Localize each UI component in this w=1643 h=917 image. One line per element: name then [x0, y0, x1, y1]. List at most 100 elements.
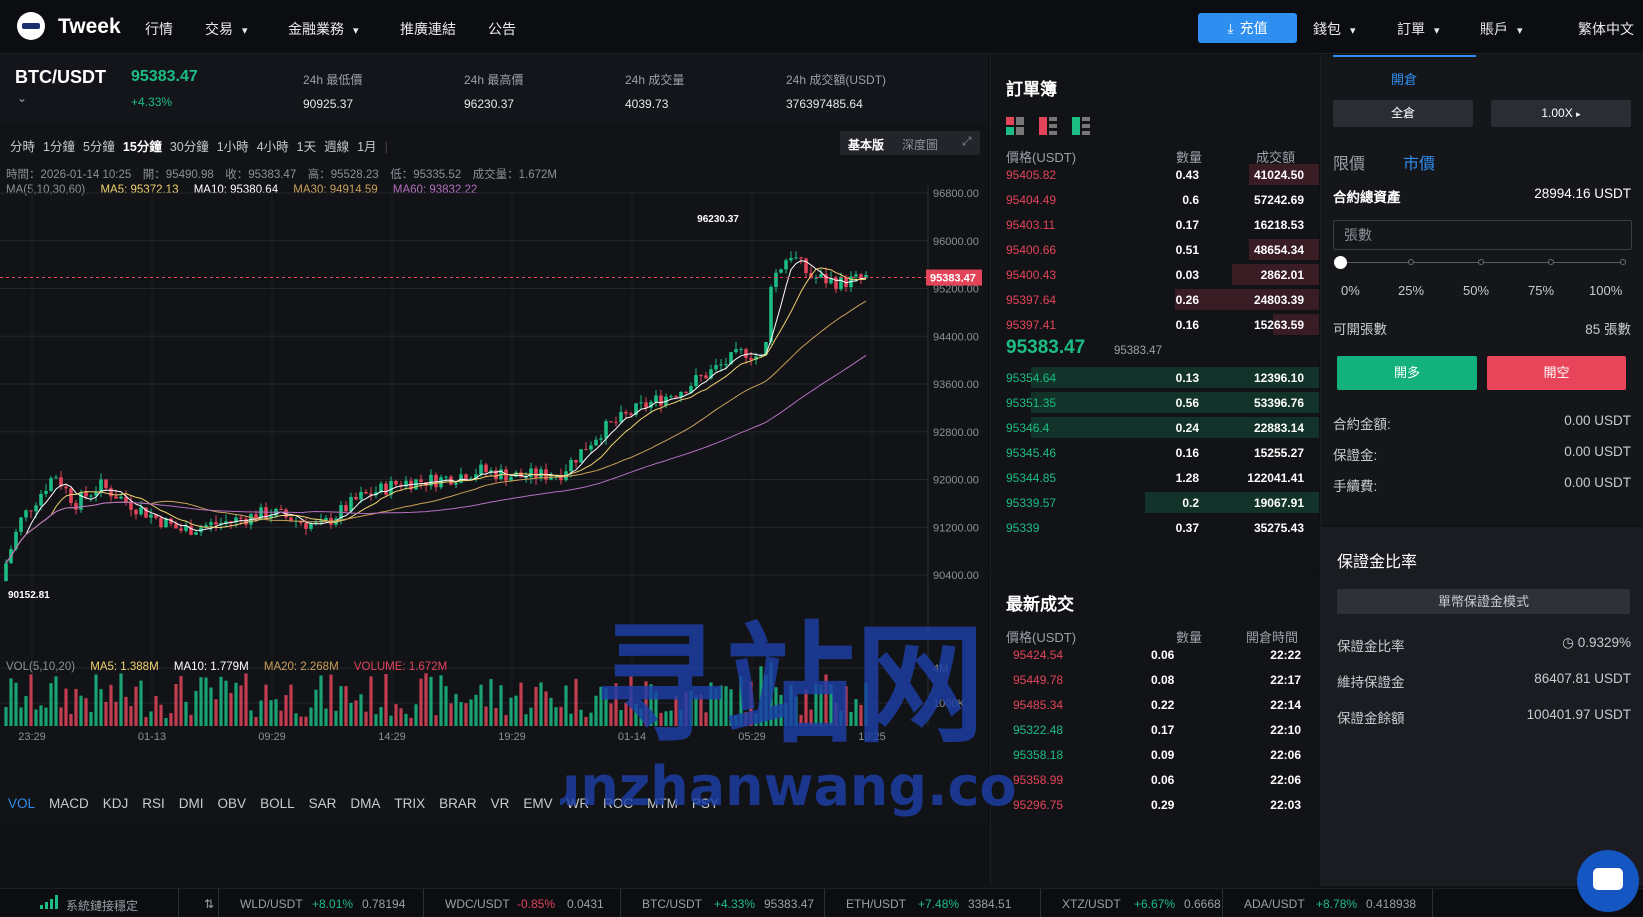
- time-axis-label: 01-14: [618, 731, 646, 743]
- ticker-pair[interactable]: ETH/USDT: [846, 897, 906, 911]
- indicator-brar[interactable]: BRAR: [439, 796, 477, 811]
- slider-tick-100[interactable]: [1620, 259, 1626, 265]
- bid-total: 53396.76: [1253, 396, 1304, 410]
- nav-wallet[interactable]: 錢包: [1313, 19, 1356, 39]
- time-axis-label: 05:29: [738, 731, 766, 743]
- pct-0[interactable]: 0%: [1341, 283, 1360, 298]
- ask-row[interactable]: 95397.64 0.26 24803.39: [991, 287, 1319, 312]
- indicator-trix[interactable]: TRIX: [394, 796, 425, 811]
- bid-row[interactable]: 95339.57 0.2 19067.91: [991, 490, 1319, 515]
- quantity-slider[interactable]: [1340, 259, 1626, 265]
- order-type-limit[interactable]: 限價: [1333, 150, 1365, 174]
- bid-row[interactable]: 95354.64 0.13 12396.10: [991, 365, 1319, 390]
- candle-body: [644, 402, 648, 408]
- nav-market[interactable]: 行情: [145, 19, 173, 39]
- indicator-psy[interactable]: PSY: [692, 796, 719, 811]
- pair-selector[interactable]: BTC/USDT: [15, 67, 106, 88]
- pct-75[interactable]: 75%: [1528, 283, 1554, 298]
- ask-row[interactable]: 95404.49 0.6 57242.69: [991, 187, 1319, 212]
- slider-tick-75[interactable]: [1548, 259, 1554, 265]
- order-type-market[interactable]: 市價: [1403, 150, 1435, 174]
- nav-orders[interactable]: 訂單: [1397, 19, 1440, 39]
- volume-bar: [809, 709, 813, 726]
- indicator-emv[interactable]: EMV: [523, 796, 552, 811]
- bid-row[interactable]: 95339 0.37 35275.43: [991, 515, 1319, 540]
- indicator-wr[interactable]: WR: [567, 796, 590, 811]
- volume-bar: [14, 682, 18, 726]
- ticker-price: 0.78194: [362, 897, 406, 911]
- volume-bar: [649, 684, 653, 726]
- slider-tick-50[interactable]: [1478, 259, 1484, 265]
- brand-logo-icon[interactable]: [17, 12, 45, 40]
- bid-row[interactable]: 95344.85 1.28 122041.41: [991, 465, 1319, 490]
- open-short-button[interactable]: 開空: [1487, 356, 1626, 390]
- slider-handle[interactable]: [1334, 256, 1347, 269]
- orderbook-view-asks-icon[interactable]: [1039, 117, 1059, 138]
- bid-row[interactable]: 95346.4 0.24 22883.14: [991, 415, 1319, 440]
- volume-bar: [374, 714, 378, 726]
- ask-row[interactable]: 95400.43 0.03 2862.01: [991, 262, 1319, 287]
- recharge-button[interactable]: ⤓ 充值: [1198, 13, 1297, 43]
- indicator-roc[interactable]: ROC: [603, 796, 633, 811]
- margin-mode-button[interactable]: 全倉: [1333, 100, 1473, 127]
- volume-bar: [289, 684, 293, 726]
- nav-account[interactable]: 賬戶: [1480, 19, 1523, 39]
- language-switch[interactable]: 繁体中文: [1578, 19, 1634, 39]
- ask-row[interactable]: 95397.41 0.16 15263.59: [991, 312, 1319, 337]
- indicator-vol[interactable]: VOL: [8, 796, 35, 811]
- indicator-dma[interactable]: DMA: [350, 796, 380, 811]
- nav-trade[interactable]: 交易: [205, 19, 248, 39]
- swap-icon[interactable]: ⇅: [204, 897, 214, 911]
- bid-row[interactable]: 95351.35 0.56 53396.76: [991, 390, 1319, 415]
- ticker-pair[interactable]: ADA/USDT: [1244, 897, 1305, 911]
- open-long-button[interactable]: 開多: [1337, 356, 1477, 390]
- bid-total: 122041.41: [1247, 471, 1304, 485]
- pct-100[interactable]: 100%: [1589, 283, 1622, 298]
- volume-bar: [304, 716, 308, 726]
- indicator-sar[interactable]: SAR: [309, 796, 337, 811]
- margin-mode-single-button[interactable]: 單幣保證金模式: [1337, 589, 1630, 614]
- ticker-pair[interactable]: WDC/USDT: [445, 897, 510, 911]
- indicator-boll[interactable]: BOLL: [260, 796, 295, 811]
- ticker-pair[interactable]: WLD/USDT: [240, 897, 303, 911]
- nav-referral[interactable]: 推廣連結: [400, 19, 456, 39]
- slider-tick-25[interactable]: [1408, 259, 1414, 265]
- quantity-input[interactable]: 張數: [1333, 220, 1632, 250]
- ask-row[interactable]: 95403.11 0.17 16218.53: [991, 212, 1319, 237]
- chat-support-icon[interactable]: [1577, 850, 1639, 912]
- indicator-obv[interactable]: OBV: [218, 796, 247, 811]
- volume-bar: [159, 704, 163, 726]
- vol-ma10: MA10: 1.779M: [173, 661, 249, 673]
- indicator-macd[interactable]: MACD: [49, 796, 89, 811]
- indicator-mtm[interactable]: MTM: [647, 796, 678, 811]
- chevron-down-icon[interactable]: ⌄: [17, 91, 27, 105]
- ask-row[interactable]: 95405.82 0.43 41024.50: [991, 162, 1319, 187]
- candle-body: [4, 563, 8, 581]
- leverage-button[interactable]: 1.00X ▸: [1491, 100, 1631, 127]
- volume-bar: [459, 702, 463, 726]
- tab-open[interactable]: 開倉: [1391, 69, 1417, 88]
- brand-name[interactable]: Tweek: [58, 15, 121, 39]
- volume-bar: [789, 684, 793, 726]
- trade-qty: 0.17: [1151, 723, 1175, 737]
- orderbook-view-bids-icon[interactable]: [1072, 117, 1092, 138]
- available-value: 85 張數: [1585, 322, 1631, 337]
- bid-row[interactable]: 95345.46 0.16 15255.27: [991, 440, 1319, 465]
- indicator-rsi[interactable]: RSI: [142, 796, 165, 811]
- nav-announcement[interactable]: 公告: [488, 19, 516, 39]
- bid-qty: 0.24: [1175, 421, 1199, 435]
- orderbook-view-both-icon[interactable]: [1006, 117, 1026, 138]
- ticker-pair[interactable]: BTC/USDT: [642, 897, 702, 911]
- pct-25[interactable]: 25%: [1398, 283, 1424, 298]
- indicator-vr[interactable]: VR: [491, 796, 510, 811]
- indicator-kdj[interactable]: KDJ: [103, 796, 129, 811]
- volume-bar: [219, 676, 223, 726]
- ticker-pair[interactable]: XTZ/USDT: [1062, 897, 1121, 911]
- ask-row[interactable]: 95400.66 0.51 48654.34: [991, 237, 1319, 262]
- nav-finance[interactable]: 金融業務: [288, 19, 359, 39]
- candle-body: [384, 483, 388, 495]
- candle-body: [139, 507, 143, 515]
- indicator-dmi[interactable]: DMI: [179, 796, 204, 811]
- pct-50[interactable]: 50%: [1463, 283, 1489, 298]
- candle-body: [589, 445, 593, 450]
